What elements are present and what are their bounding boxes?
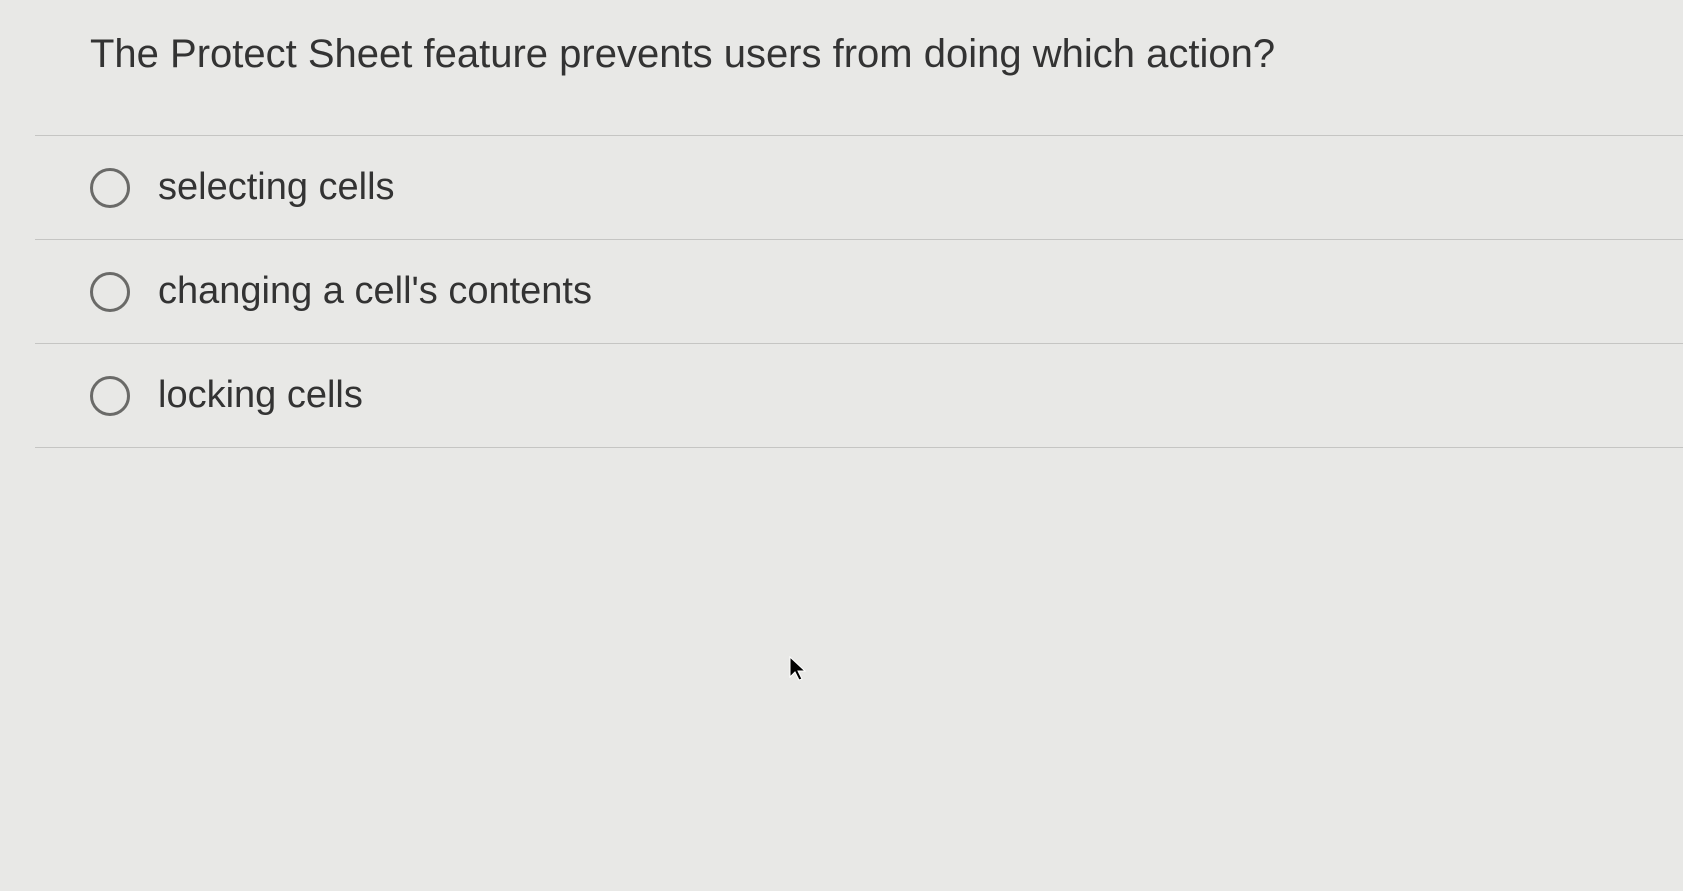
option-label-3: locking cells	[158, 374, 363, 417]
option-label-2: changing a cell's contents	[158, 270, 592, 313]
option-row-2[interactable]: changing a cell's contents	[35, 240, 1683, 344]
radio-icon[interactable]	[90, 168, 130, 208]
quiz-container: The Protect Sheet feature prevents users…	[35, 0, 1683, 448]
option-label-1: selecting cells	[158, 166, 395, 209]
question-text: The Protect Sheet feature prevents users…	[90, 28, 1628, 80]
option-row-3[interactable]: locking cells	[35, 344, 1683, 448]
radio-icon[interactable]	[90, 272, 130, 312]
cursor-icon	[788, 655, 812, 688]
option-row-1[interactable]: selecting cells	[35, 136, 1683, 240]
question-row: The Protect Sheet feature prevents users…	[35, 0, 1683, 136]
radio-icon[interactable]	[90, 376, 130, 416]
